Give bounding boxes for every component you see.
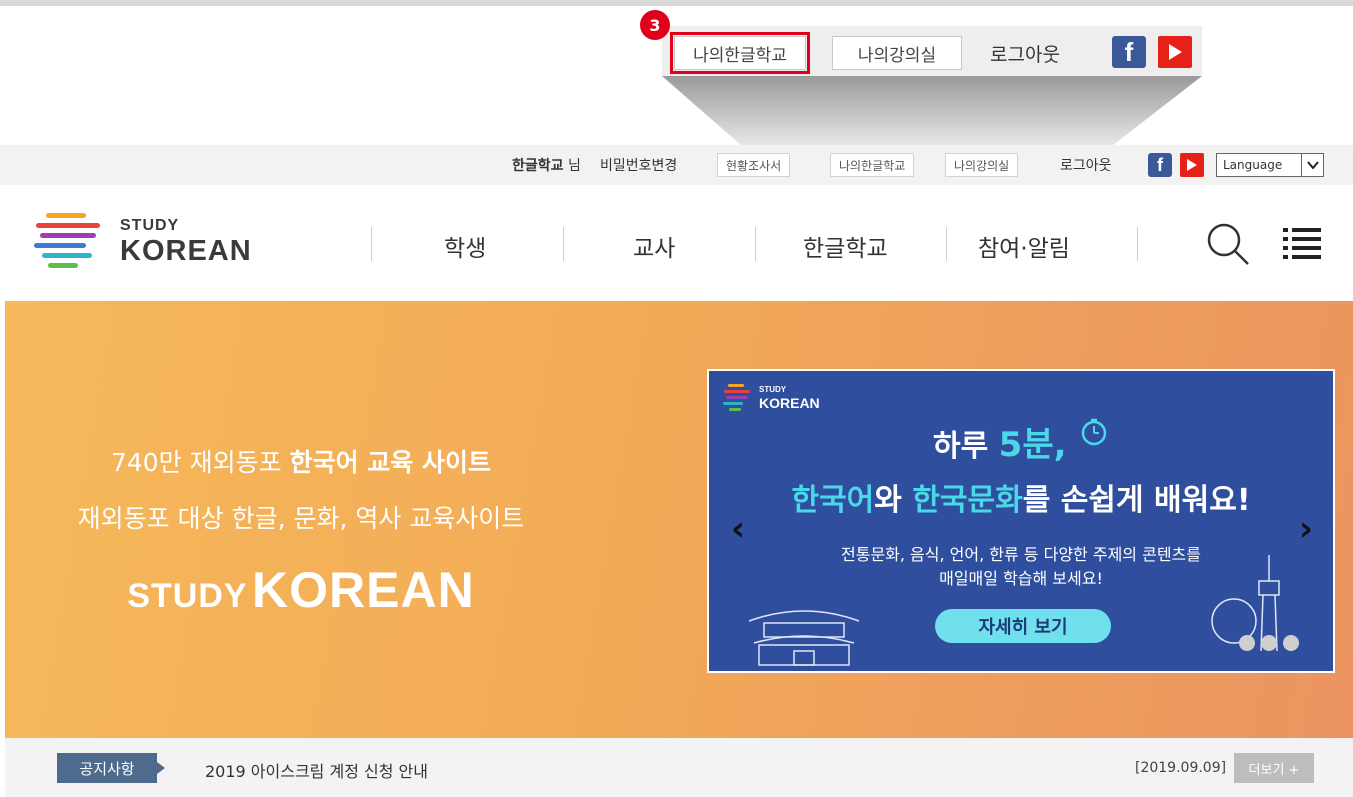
callout-youtube-icon[interactable]	[1158, 36, 1192, 68]
step-badge: 3	[640, 10, 670, 40]
notice-label[interactable]: 공지사항	[57, 753, 165, 783]
pager-dot[interactable]	[1283, 635, 1299, 651]
nav-students[interactable]: 학생	[444, 229, 486, 263]
banner-title-1: 하루 5분,	[709, 417, 1333, 466]
search-icon[interactable]	[1205, 221, 1251, 267]
notice-date: [2019.09.09]	[1135, 760, 1227, 776]
nav-divider	[1137, 227, 1138, 261]
banner-title-2a: 한국어	[791, 483, 875, 518]
nav-divider	[946, 227, 947, 261]
banner-title-1a: 하루	[933, 429, 999, 464]
banner-pager[interactable]	[1239, 635, 1299, 651]
zoom-callout: 나의한글학교 나의강의실 로그아웃 f	[662, 26, 1202, 76]
pager-dot[interactable]	[1239, 635, 1255, 651]
logout-link[interactable]: 로그아웃	[1060, 155, 1112, 175]
notice-bar: 공지사항 2019 아이스크림 계정 신청 안내 [2019.09.09] 더보…	[5, 738, 1353, 797]
hero-brand-logo: STUDY KOREAN	[5, 561, 597, 619]
banner-title-2: 한국어와 한국문화를 손쉽게 배워요!	[709, 475, 1333, 519]
username: 한글학교	[512, 158, 564, 174]
language-label: Language	[1223, 158, 1283, 172]
youtube-icon[interactable]	[1180, 153, 1204, 177]
chevron-down-icon	[1301, 154, 1323, 176]
nav-participation[interactable]: 참여·알림	[978, 229, 1070, 263]
hero-brand-study: STUDY	[127, 577, 248, 615]
notice-headline-link[interactable]: 2019 아이스크림 계정 신청 안내	[205, 758, 428, 782]
callout-my-classroom-button[interactable]: 나의강의실	[832, 36, 962, 70]
banner-title-2b: 와	[874, 483, 913, 518]
palace-illustration-icon	[748, 610, 860, 666]
banner-prev-arrow[interactable]: ‹	[731, 509, 745, 549]
nav-teachers[interactable]: 교사	[633, 229, 675, 263]
hero-headline-bold: 한국어 교육 사이트	[289, 448, 492, 477]
banner-logo-stripes-icon	[723, 384, 750, 411]
banner-next-arrow[interactable]: ›	[1299, 509, 1313, 549]
pager-dot[interactable]	[1261, 635, 1277, 651]
my-school-button[interactable]: 나의한글학교	[830, 153, 915, 177]
logo-study-text: STUDY	[120, 217, 180, 234]
hero-headline: 740만 재외동포 한국어 교육 사이트	[5, 443, 597, 479]
clock-icon	[1081, 418, 1107, 446]
callout-my-school-button[interactable]: 나의한글학교	[670, 32, 810, 74]
site-logo[interactable]: STUDY KOREAN	[34, 209, 274, 279]
logo-stripes-icon	[34, 213, 100, 268]
banner-title-2c: 한국문화	[912, 483, 1023, 518]
banner-logo-korean: KOREAN	[759, 395, 820, 411]
main-header: STUDY KOREAN 학생 교사 한글학교 참여·알림	[0, 185, 1353, 301]
notice-more-button[interactable]: 더보기 +	[1234, 753, 1314, 783]
banner-detail-button[interactable]: 자세히 보기	[935, 609, 1111, 643]
top-strip	[0, 0, 1353, 6]
hero-section: 740만 재외동포 한국어 교육 사이트 재외동포 대상 한글, 문화, 역사 …	[5, 301, 1353, 738]
logo-korean-text: KOREAN	[120, 235, 252, 267]
callout-logout-link[interactable]: 로그아웃	[990, 40, 1060, 67]
hero-brand-korean: KOREAN	[252, 562, 475, 618]
nav-divider	[755, 227, 756, 261]
nav-hangul-school[interactable]: 한글학교	[803, 229, 888, 263]
username-suffix: 님	[568, 158, 581, 174]
utility-bar: 한글학교 님 비밀번호변경 현황조사서 나의한글학교 나의강의실 로그아웃 f …	[0, 145, 1353, 185]
callout-facebook-icon[interactable]: f	[1112, 36, 1146, 68]
banner-logo-study: STUDY	[759, 385, 787, 394]
banner-title-1b: 5분,	[998, 425, 1067, 465]
language-select[interactable]: Language	[1216, 153, 1324, 177]
hero-subheadline: 재외동포 대상 한글, 문화, 역사 교육사이트	[77, 504, 525, 533]
hero-headline-plain: 740만 재외동포	[110, 448, 290, 477]
my-classroom-button[interactable]: 나의강의실	[945, 153, 1019, 177]
nav-divider	[371, 227, 372, 261]
facebook-icon[interactable]: f	[1148, 153, 1172, 177]
promo-banner[interactable]: STUDY KOREAN 하루 5분, 한국어와 한국문화를 손쉽게 배워요! …	[707, 369, 1335, 673]
change-password-link[interactable]: 비밀번호변경	[600, 155, 677, 175]
survey-button[interactable]: 현황조사서	[717, 153, 791, 177]
menu-icon[interactable]	[1283, 225, 1323, 261]
banner-title-2d: 를 손쉽게 배워요!	[1022, 483, 1251, 518]
callout-cone	[662, 76, 1202, 146]
nav-divider	[563, 227, 564, 261]
